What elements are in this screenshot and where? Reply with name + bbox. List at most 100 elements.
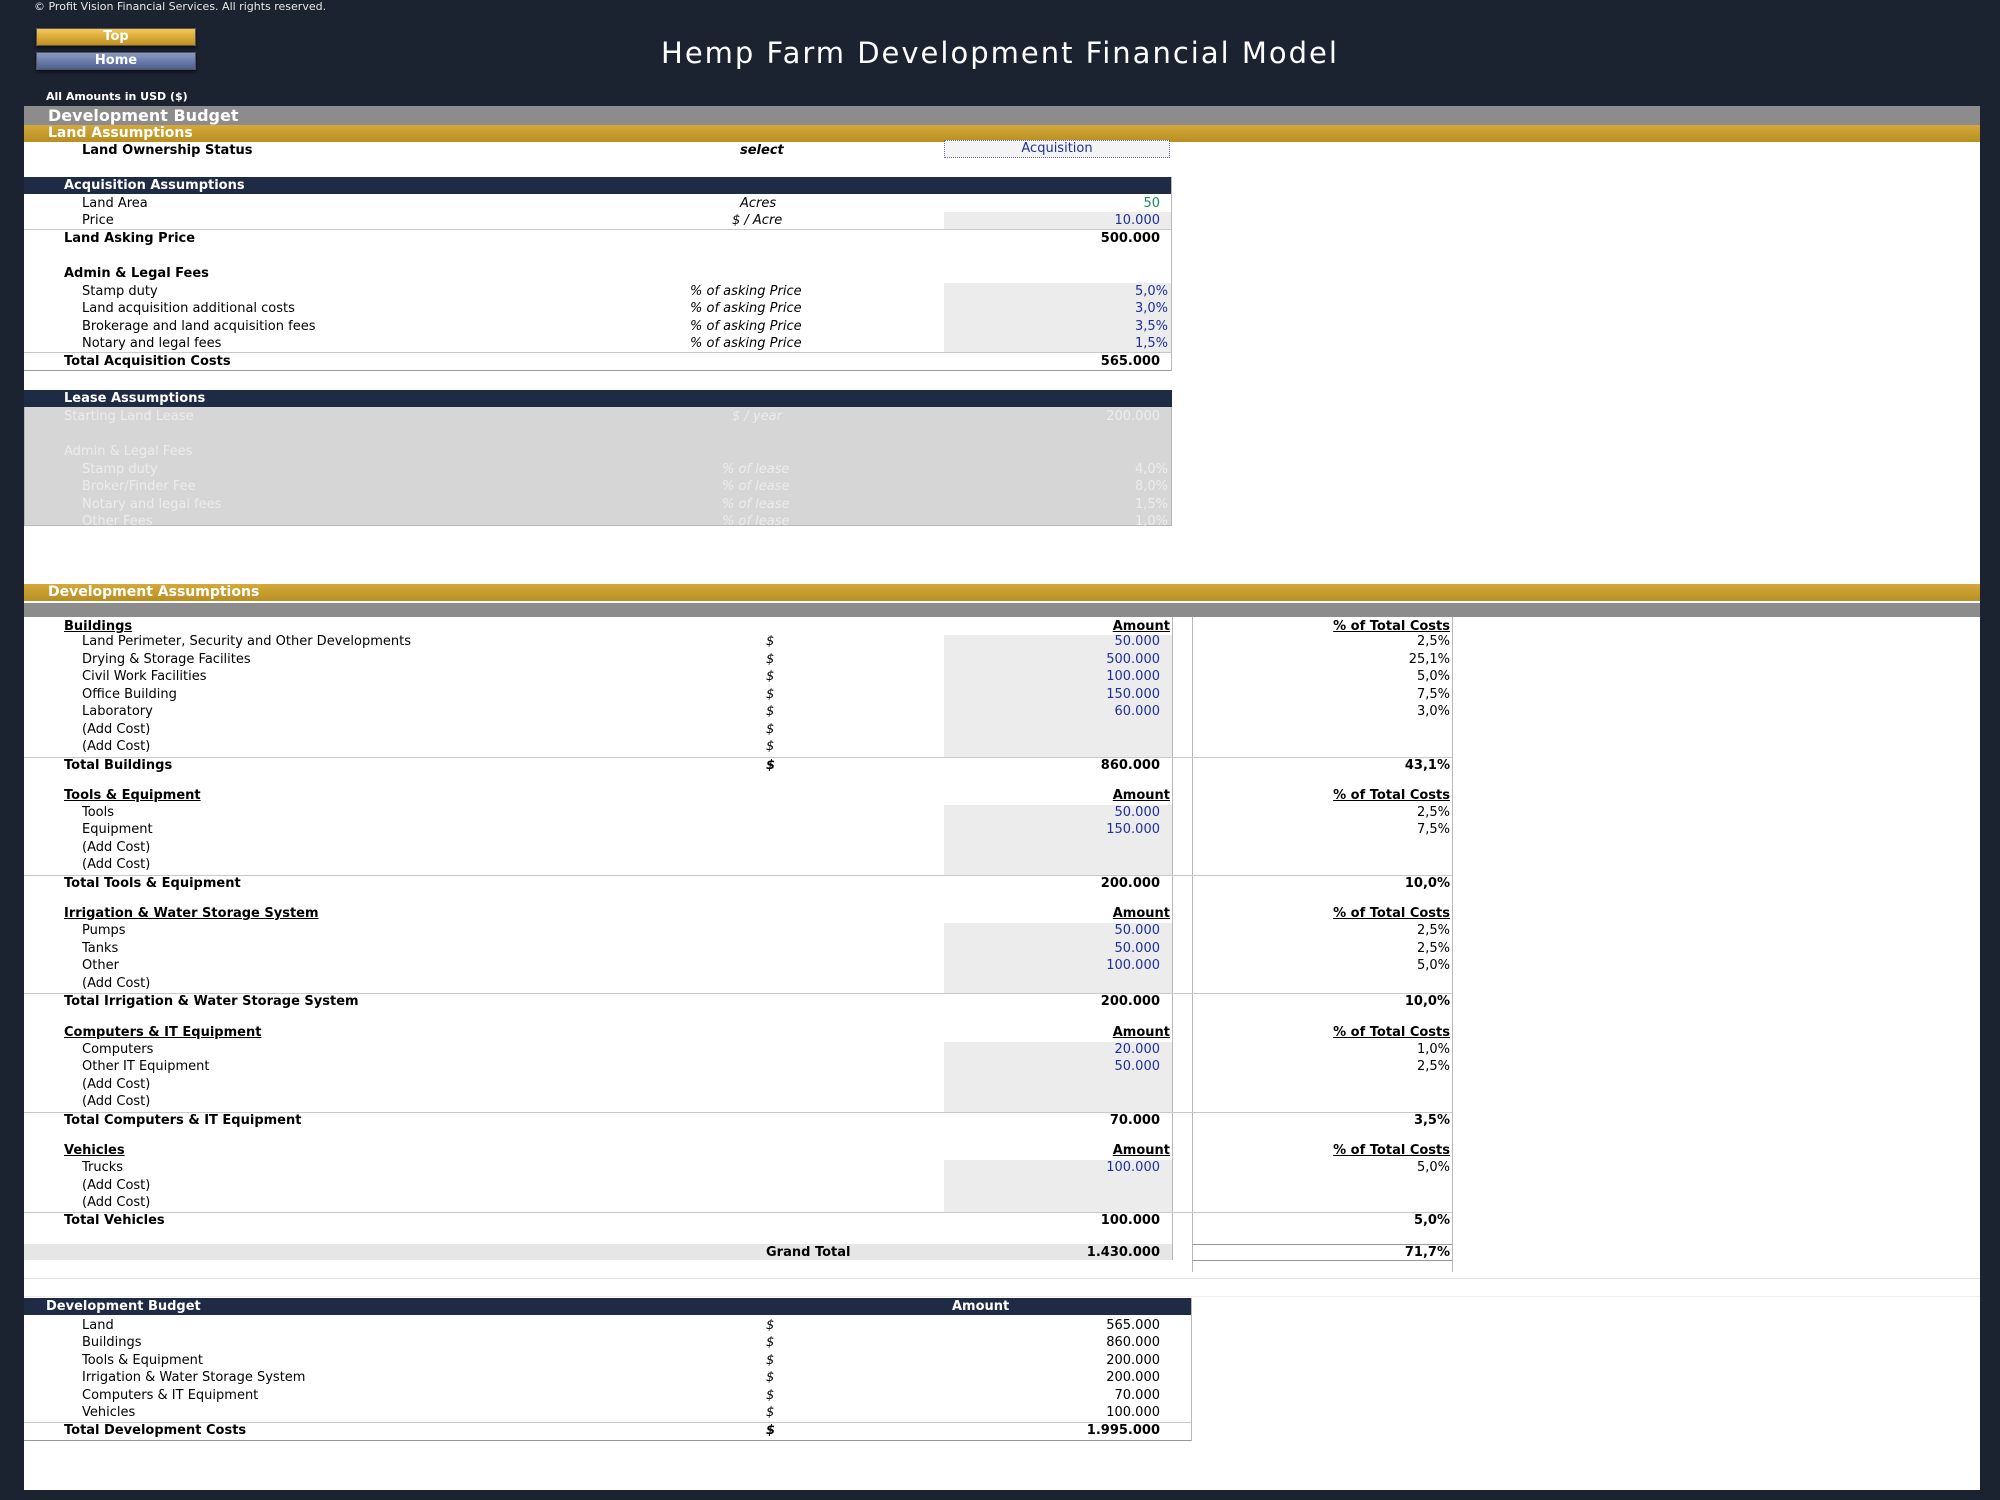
lease-fee-value: 1,0%	[1134, 514, 1168, 529]
currency-symbol: $	[766, 704, 775, 719]
cost-row-label: (Add Cost)	[82, 739, 151, 754]
cost-row-value[interactable]: 60.000	[944, 703, 1161, 720]
summary-row-label: Tools & Equipment	[82, 1353, 203, 1368]
cost-row-value[interactable]: 100.000	[944, 668, 1160, 685]
summary-row-value: 200.000	[1106, 1370, 1160, 1385]
lease-fee-unit: % of lease	[722, 514, 790, 529]
cost-row-value[interactable]: 50.000	[944, 633, 1161, 650]
fee-unit: % of asking Price	[690, 284, 802, 299]
irrigation-head: Irrigation & Water Storage System	[64, 906, 319, 921]
cost-row-pct: 2,5%	[1416, 941, 1450, 956]
summary-row-value: 70.000	[1114, 1388, 1161, 1403]
summary-total-label: Total Development Costs	[64, 1423, 247, 1438]
total-tools-pct: 10,0%	[1404, 876, 1450, 891]
section-title: Development Budget	[24, 106, 1980, 125]
total-tools-value: 200.000	[1100, 876, 1160, 891]
currency-symbol: $	[766, 1318, 775, 1333]
amount-header: Amount	[1112, 788, 1170, 803]
total-irrigation-label: Total Irrigation & Water Storage System	[64, 994, 359, 1009]
cost-row-value[interactable]: 100.000	[944, 1159, 1160, 1176]
total-computers-label: Total Computers & IT Equipment	[64, 1113, 302, 1128]
amount-header: Amount	[1112, 1143, 1170, 1158]
lease-fee-row: Notary and legal fees	[82, 497, 222, 512]
land-area-value[interactable]: 50	[944, 195, 1160, 212]
cost-row-value[interactable]: 150.000	[944, 821, 1160, 838]
summary-border	[1191, 1298, 1192, 1441]
cost-row-pct: 5,0%	[1416, 1160, 1450, 1175]
cost-row-value[interactable]: 50.000	[944, 804, 1161, 821]
cost-row-value[interactable]: 150.000	[944, 686, 1160, 703]
fee-row: Brokerage and land acquisition fees	[82, 319, 316, 334]
divider	[24, 1296, 1980, 1297]
price-value[interactable]: 10.000	[944, 212, 1161, 229]
pct-header: % of Total Costs	[1333, 788, 1450, 803]
fee-unit: % of asking Price	[690, 301, 802, 316]
divider	[24, 370, 1172, 371]
lease-fee-value: 4,0%	[1134, 462, 1168, 477]
lease-start-unit: $ / year	[732, 409, 782, 424]
currency-symbol: $	[766, 1388, 775, 1403]
total-vehicles-value: 100.000	[1100, 1213, 1160, 1228]
asking-price-label: Land Asking Price	[64, 231, 196, 246]
cost-row-pct: 5,0%	[1416, 669, 1450, 684]
cost-row-label: Equipment	[82, 822, 153, 837]
cost-row-value[interactable]: 50.000	[944, 940, 1161, 957]
summary-row-value: 565.000	[1106, 1318, 1160, 1333]
fee-value[interactable]: 3,0%	[944, 300, 1168, 317]
cost-row-label: (Add Cost)	[82, 976, 151, 991]
vehicles-head: Vehicles	[64, 1143, 125, 1158]
ownership-select[interactable]: Acquisition	[944, 140, 1170, 158]
box-border	[1171, 177, 1172, 371]
cost-row-label: (Add Cost)	[82, 1178, 151, 1193]
cost-row-label: (Add Cost)	[82, 857, 151, 872]
total-buildings-value: 860.000	[1100, 758, 1160, 773]
currency-symbol: $	[766, 634, 775, 649]
lease-fee-value: 8,0%	[1134, 479, 1168, 494]
development-subband	[24, 603, 1980, 617]
fee-value[interactable]: 3,5%	[944, 318, 1168, 335]
cost-row-pct: 3,0%	[1416, 704, 1450, 719]
lease-fee-row: Stamp duty	[82, 462, 158, 477]
ownership-label: Land Ownership Status	[82, 143, 253, 158]
currency-symbol: $	[766, 1423, 776, 1438]
asking-price-value: 500.000	[1100, 231, 1160, 246]
lease-fee-unit: % of lease	[722, 497, 790, 512]
currency-note: All Amounts in USD ($)	[46, 90, 188, 103]
total-buildings-label: Total Buildings	[64, 758, 173, 773]
fee-value[interactable]: 5,0%	[944, 283, 1168, 300]
cost-row-pct: 5,0%	[1416, 958, 1450, 973]
acq-fees-head: Admin & Legal Fees	[64, 266, 209, 281]
currency-symbol: $	[766, 1370, 775, 1385]
cost-row-value[interactable]: 500.000	[944, 651, 1160, 668]
total-irrigation-value: 200.000	[1100, 994, 1160, 1009]
currency-symbol: $	[766, 1335, 775, 1350]
cost-row-label: Tools	[82, 805, 115, 820]
amount-col-border	[1172, 617, 1173, 1260]
cost-row-pct: 2,5%	[1416, 1059, 1450, 1074]
cost-row-value[interactable]: 50.000	[944, 1058, 1161, 1075]
cost-row-value[interactable]: 50.000	[944, 922, 1161, 939]
acquisition-head: Acquisition Assumptions	[24, 177, 1172, 194]
summary-amount-header: Amount	[952, 1299, 1010, 1314]
fee-unit: % of asking Price	[690, 336, 802, 351]
lease-fee-row: Broker/Finder Fee	[82, 479, 196, 494]
cost-row-value[interactable]: 20.000	[944, 1041, 1161, 1058]
cost-row-value[interactable]: 100.000	[944, 957, 1160, 974]
summary-row-label: Vehicles	[82, 1405, 136, 1420]
fee-row: Stamp duty	[82, 284, 158, 299]
cost-row-label: Other	[82, 958, 119, 973]
computers-head: Computers & IT Equipment	[64, 1025, 262, 1040]
amount-header: Amount	[1112, 906, 1170, 921]
cost-row-pct: 25,1%	[1408, 652, 1450, 667]
cost-row-label: (Add Cost)	[82, 722, 151, 737]
cost-row-label: Land Perimeter, Security and Other Devel…	[82, 634, 411, 649]
currency-symbol: $	[766, 652, 775, 667]
currency-symbol: $	[766, 1353, 775, 1368]
lease-start-value: 200.000	[1106, 409, 1160, 424]
fee-value[interactable]: 1,5%	[944, 335, 1168, 352]
cost-row-label: Pumps	[82, 923, 126, 938]
currency-symbol: $	[766, 687, 775, 702]
cost-row-label: Trucks	[82, 1160, 124, 1175]
pct-header: % of Total Costs	[1333, 1143, 1450, 1158]
worksheet: Development Budget Land Assumptions Land…	[24, 106, 1980, 1490]
